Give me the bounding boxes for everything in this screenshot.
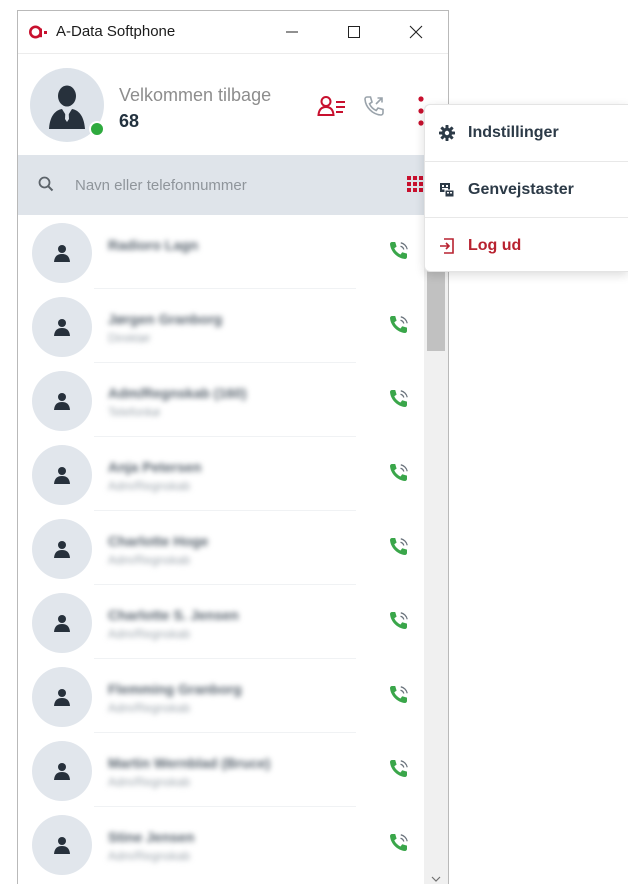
call-phone-icon[interactable] (388, 610, 410, 632)
settings-gear-icon (438, 124, 456, 142)
contact-subtitle: Adm/Regnskab (108, 479, 191, 493)
scroll-down-button[interactable] (429, 873, 443, 884)
contact-subtitle: Adm/Regnskab (108, 849, 191, 863)
contact-row[interactable]: Charlotte S. Jensen Adm/Regnskab (18, 585, 424, 659)
search-icon (38, 176, 54, 192)
contacts-list-icon (317, 96, 345, 116)
call-phone-icon[interactable] (388, 684, 410, 706)
search-bar (18, 155, 448, 215)
keyboard-shortcuts-icon (438, 181, 456, 199)
call-phone-icon[interactable] (388, 758, 410, 780)
extension-number: 68 (119, 111, 140, 131)
contact-name: Anja Petersen (108, 459, 202, 475)
contact-subtitle: Adm/Regnskab (108, 627, 191, 641)
minimize-icon (286, 31, 298, 33)
contact-subtitle: Telefonkø (108, 405, 161, 419)
contact-avatar (32, 667, 92, 727)
chevron-down-icon (431, 876, 441, 882)
contact-row[interactable]: Martin Wernblad (Bruce) Adm/Regnskab (18, 733, 424, 807)
contact-subtitle: Adm/Regnskab (108, 553, 191, 567)
user-icon (54, 319, 70, 336)
maximize-button[interactable] (323, 11, 385, 53)
online-status-dot (89, 121, 105, 137)
close-button[interactable] (385, 11, 447, 53)
logout-icon (438, 237, 456, 255)
contact-name: Radioro Lagn (108, 237, 199, 253)
minimize-button[interactable] (261, 11, 323, 53)
user-icon (54, 763, 70, 780)
contact-row[interactable]: Adm/Regnskab (160) Telefonkø (18, 363, 424, 437)
contact-row[interactable]: Anja Petersen Adm/Regnskab (18, 437, 424, 511)
contact-row[interactable]: Flemming Granborg Adm/Regnskab (18, 659, 424, 733)
call-history-icon (364, 96, 384, 116)
softphone-window: A-Data Softphone Velkommen tilbage 68 Na… (17, 10, 449, 884)
welcome-text: Velkommen tilbage (119, 85, 272, 105)
contact-avatar (32, 297, 92, 357)
contacts-button[interactable] (317, 94, 347, 118)
user-icon (54, 541, 70, 558)
contact-avatar (32, 593, 92, 653)
menu-item-label: Indstillinger (468, 124, 559, 141)
contact-row[interactable]: Radioro Lagn (18, 215, 424, 289)
contact-row[interactable]: Jørgen Granborg Direktør (18, 289, 424, 363)
contact-avatar (32, 741, 92, 801)
call-phone-icon[interactable] (388, 388, 410, 410)
maximize-icon (348, 26, 360, 38)
contact-list: Radioro Lagn Jørgen Granborg Direktør Ad… (18, 215, 424, 884)
user-icon (54, 837, 70, 854)
menu-item-logout[interactable]: Log ud (425, 218, 628, 274)
user-icon (54, 615, 70, 632)
contact-row[interactable]: Stine Jensen Adm/Regnskab (18, 807, 424, 881)
more-dropdown-menu: Indstillinger Genvejstaster Log ud (424, 104, 628, 272)
call-phone-icon[interactable] (388, 462, 410, 484)
contact-avatar (32, 815, 92, 875)
user-icon (54, 689, 70, 706)
menu-item-shortcuts[interactable]: Genvejstaster (425, 162, 628, 218)
user-header: Velkommen tilbage 68 (18, 53, 448, 155)
contact-avatar (32, 519, 92, 579)
contact-subtitle: Adm/Regnskab (108, 775, 191, 789)
call-phone-icon[interactable] (388, 240, 410, 262)
call-phone-icon[interactable] (388, 314, 410, 336)
call-phone-icon[interactable] (388, 832, 410, 854)
close-icon (409, 25, 423, 39)
user-icon (54, 393, 70, 410)
contact-avatar (32, 371, 92, 431)
contact-name: Jørgen Granborg (108, 311, 223, 327)
user-icon (54, 245, 70, 262)
contact-subtitle: Direktør (108, 331, 151, 345)
menu-item-settings[interactable]: Indstillinger (425, 105, 628, 161)
contact-name: Flemming Granborg (108, 681, 242, 697)
scrollbar[interactable] (424, 215, 448, 884)
app-logo-icon (29, 25, 47, 39)
dialpad-icon[interactable] (407, 176, 423, 192)
search-input[interactable] (75, 174, 375, 196)
user-silhouette-icon (49, 85, 85, 129)
user-icon (54, 467, 70, 484)
menu-item-label: Log ud (468, 237, 522, 254)
contact-name: Charlotte Hoge (108, 533, 209, 549)
call-history-button[interactable] (361, 93, 387, 119)
call-phone-icon[interactable] (388, 536, 410, 558)
contact-name: Martin Wernblad (Bruce) (108, 755, 271, 771)
contact-name: Charlotte S. Jensen (108, 607, 239, 623)
title-bar: A-Data Softphone (18, 11, 448, 53)
menu-item-label: Genvejstaster (468, 181, 574, 198)
contact-name: Stine Jensen (108, 829, 195, 845)
contact-subtitle: Adm/Regnskab (108, 701, 191, 715)
contact-avatar (32, 223, 92, 283)
contact-name: Adm/Regnskab (160) (108, 385, 247, 401)
contact-avatar (32, 445, 92, 505)
app-title: A-Data Softphone (56, 23, 176, 40)
contact-row[interactable]: Charlotte Hoge Adm/Regnskab (18, 511, 424, 585)
